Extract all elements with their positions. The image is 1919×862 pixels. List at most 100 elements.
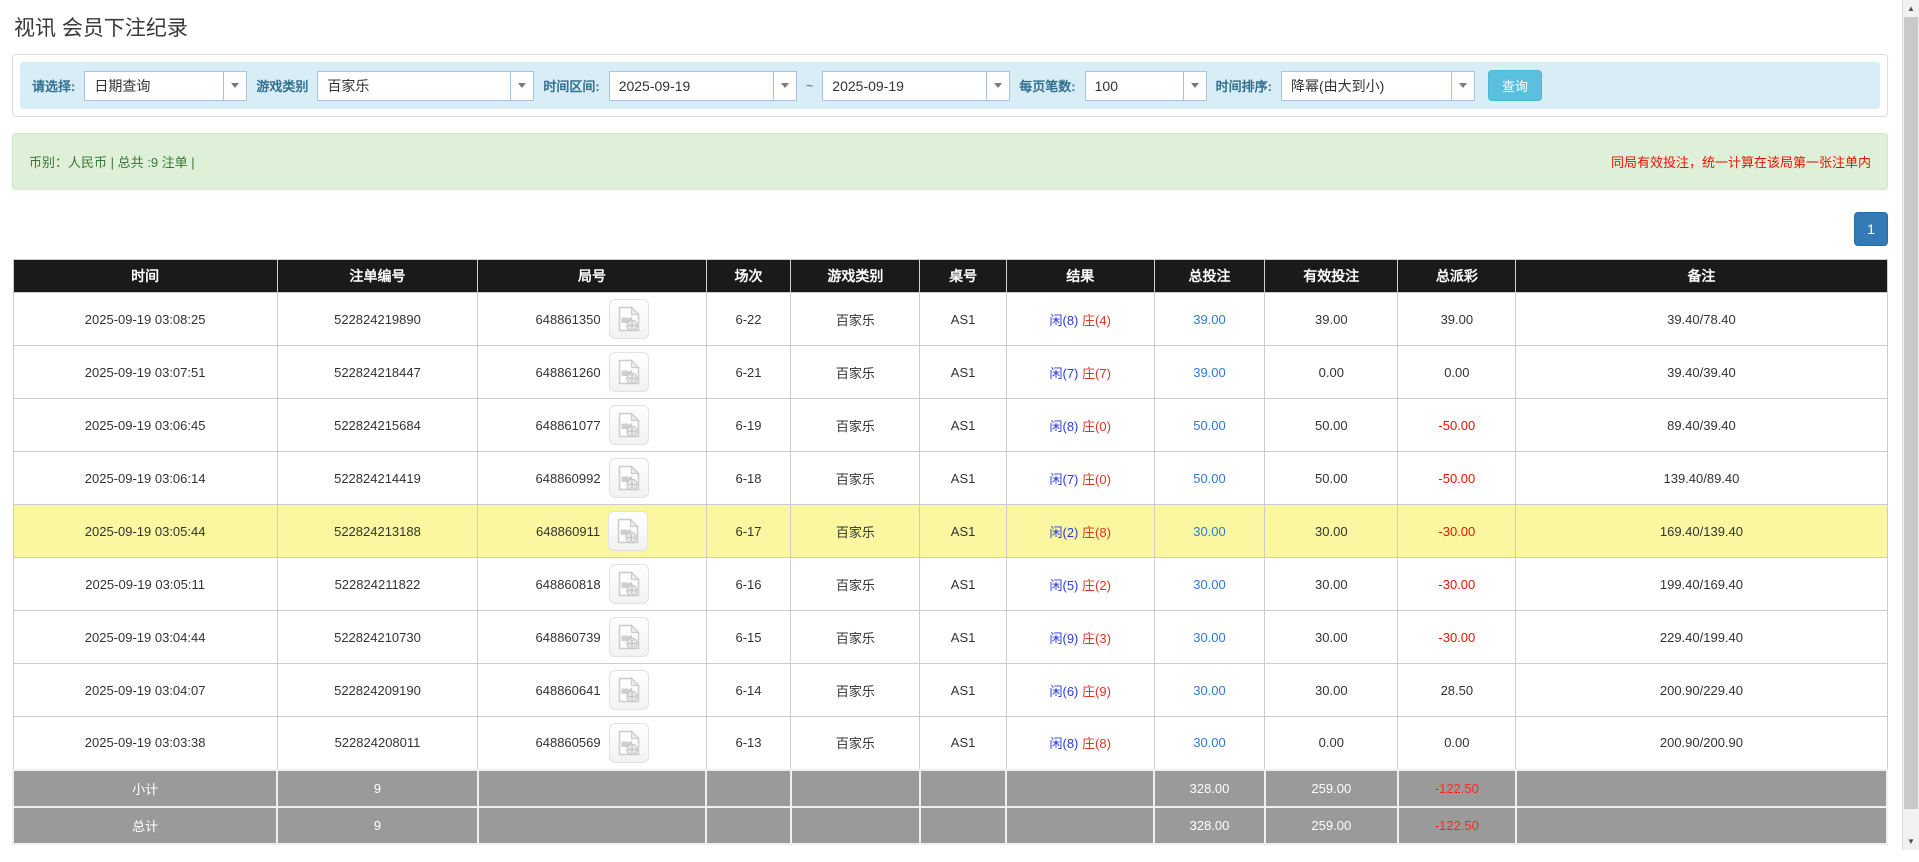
table-row: 2025-09-19 03:06:14 522824214419 648860992… — [12, 451, 1888, 505]
total-total-bet: 328.00 — [1153, 805, 1266, 845]
result-banker: 庄(8) — [1082, 524, 1111, 540]
filter-panel: 请选择: 日期查询 游戏类别 百家乐 时间区间: 2025-09-19 ~ 20… — [12, 54, 1888, 117]
cell-total-bet[interactable]: 39.00 — [1153, 292, 1266, 346]
cell-valid-bet: 30.00 — [1264, 663, 1399, 717]
page-size-select[interactable]: 100 — [1084, 70, 1207, 101]
round-id-wrap: 648860818 — [479, 564, 705, 604]
cell-time: 2025-09-19 03:06:14 — [12, 451, 278, 505]
game-type-label: 游戏类别 — [256, 79, 309, 94]
total-bet-link[interactable]: 30.00 — [1193, 577, 1226, 592]
cell-total-bet[interactable]: 30.00 — [1153, 610, 1266, 664]
total-row: 总计 9 328.00 259.00 -122.50 — [11, 805, 1889, 845]
cell-bet-id: 522824219890 — [276, 292, 479, 346]
game-type-select[interactable]: 百家乐 — [317, 70, 535, 101]
cell-time: 2025-09-19 03:05:11 — [12, 557, 278, 611]
total-bet-link[interactable]: 39.00 — [1193, 312, 1226, 327]
cell-result: 闲(6) 庄(9) — [1005, 663, 1155, 717]
page-size-label: 每页笔数: — [1019, 79, 1076, 94]
chevron-down-icon[interactable] — [986, 71, 1010, 100]
pagination: 1 — [12, 212, 1888, 246]
subtotal-payout: -122.50 — [1396, 768, 1517, 808]
result-banker: 庄(3) — [1082, 630, 1111, 646]
chevron-down-icon[interactable] — [1182, 71, 1206, 100]
scroll-up-arrow-icon[interactable]: ▲ — [1903, 0, 1919, 17]
chevron-down-icon[interactable] — [223, 71, 247, 100]
cell-total-bet[interactable]: 30.00 — [1153, 557, 1266, 611]
filter-bar: 请选择: 日期查询 游戏类别 百家乐 时间区间: 2025-09-19 ~ 20… — [20, 62, 1880, 109]
video-replay-icon — [618, 677, 640, 703]
search-button[interactable]: 查询 — [1487, 70, 1542, 101]
date-range-separator: ~ — [805, 78, 814, 93]
cell-game-type: 百家乐 — [790, 398, 921, 452]
cell-total-bet[interactable]: 30.00 — [1153, 716, 1266, 770]
col-round-id: 局号 — [477, 259, 707, 293]
result-player: 闲(2) — [1049, 524, 1079, 540]
cell-total-bet[interactable]: 50.00 — [1153, 398, 1266, 452]
video-replay-button[interactable] — [608, 670, 649, 710]
total-bet-link[interactable]: 30.00 — [1193, 683, 1226, 698]
video-replay-button[interactable] — [608, 564, 649, 604]
video-replay-button[interactable] — [608, 352, 649, 392]
cell-game-type: 百家乐 — [790, 345, 921, 399]
video-replay-icon — [618, 359, 640, 385]
cell-note: 139.40/89.40 — [1515, 451, 1888, 505]
video-replay-button[interactable] — [608, 722, 649, 763]
total-bet-link[interactable]: 30.00 — [1193, 524, 1226, 539]
video-replay-button[interactable] — [608, 617, 649, 657]
table-row: 2025-09-19 03:04:44 522824210730 648860739… — [12, 610, 1888, 664]
cell-round-id: 648861077 — [477, 398, 707, 452]
cell-payout: 39.00 — [1397, 292, 1517, 346]
total-bet-link[interactable]: 50.00 — [1193, 418, 1226, 433]
subtotal-count: 9 — [276, 768, 479, 808]
cell-time: 2025-09-19 03:05:44 — [12, 504, 278, 558]
chevron-down-icon[interactable] — [772, 71, 796, 100]
cell-table-no: AS1 — [919, 557, 1007, 611]
cell-time: 2025-09-19 03:03:38 — [12, 716, 278, 770]
cell-payout: 0.00 — [1397, 345, 1517, 399]
cell-total-bet[interactable]: 50.00 — [1153, 451, 1266, 505]
cell-note: 199.40/169.40 — [1515, 557, 1888, 611]
total-bet-link[interactable]: 50.00 — [1193, 471, 1226, 486]
cell-total-bet[interactable]: 30.00 — [1153, 504, 1266, 558]
total-bet-link[interactable]: 39.00 — [1193, 365, 1226, 380]
round-id-wrap: 648860992 — [479, 458, 705, 498]
table-row: 2025-09-19 03:08:25 522824219890 648861350… — [12, 292, 1888, 346]
total-bet-link[interactable]: 30.00 — [1193, 735, 1226, 750]
cell-session: 6-16 — [705, 557, 792, 611]
page-1-button[interactable]: 1 — [1854, 212, 1888, 246]
video-replay-button[interactable] — [608, 511, 649, 551]
date-to-input[interactable]: 2025-09-19 — [822, 70, 1011, 101]
vertical-scrollbar[interactable]: ▲ ▼ — [1902, 0, 1919, 850]
video-replay-icon — [618, 624, 640, 650]
cell-game-type: 百家乐 — [790, 557, 921, 611]
scroll-down-arrow-icon[interactable]: ▼ — [1903, 833, 1919, 850]
col-session: 场次 — [706, 259, 792, 293]
result-player: 闲(7) — [1049, 365, 1079, 381]
video-replay-button[interactable] — [608, 405, 649, 445]
cell-total-bet[interactable]: 39.00 — [1153, 345, 1266, 399]
cell-note: 229.40/199.40 — [1515, 610, 1888, 664]
result-player: 闲(8) — [1049, 312, 1079, 328]
video-replay-button[interactable] — [608, 299, 649, 339]
cell-valid-bet: 50.00 — [1264, 451, 1399, 505]
round-id-wrap: 648860911 — [479, 511, 705, 551]
date-from-input[interactable]: 2025-09-19 — [608, 70, 797, 101]
query-type-select[interactable]: 日期查询 — [84, 70, 248, 101]
total-bet-link[interactable]: 30.00 — [1193, 630, 1226, 645]
round-id-wrap: 648861077 — [479, 405, 705, 445]
sort-order-select[interactable]: 降幂(由大到小) — [1280, 70, 1475, 101]
result-player: 闲(5) — [1049, 577, 1079, 593]
cell-round-id: 648860992 — [477, 451, 707, 505]
scrollbar-thumb[interactable] — [1904, 17, 1918, 809]
game-type-value: 百家乐 — [327, 77, 370, 94]
total-valid-bet: 259.00 — [1263, 805, 1399, 845]
video-replay-button[interactable] — [608, 458, 649, 498]
chevron-down-icon[interactable] — [1450, 71, 1474, 100]
cell-table-no: AS1 — [919, 716, 1007, 770]
video-replay-icon — [618, 306, 640, 332]
cell-bet-id: 522824211822 — [276, 557, 479, 611]
col-valid-bet: 有效投注 — [1264, 259, 1399, 293]
video-replay-icon — [618, 729, 640, 755]
cell-total-bet[interactable]: 30.00 — [1153, 663, 1266, 717]
chevron-down-icon[interactable] — [510, 71, 534, 100]
